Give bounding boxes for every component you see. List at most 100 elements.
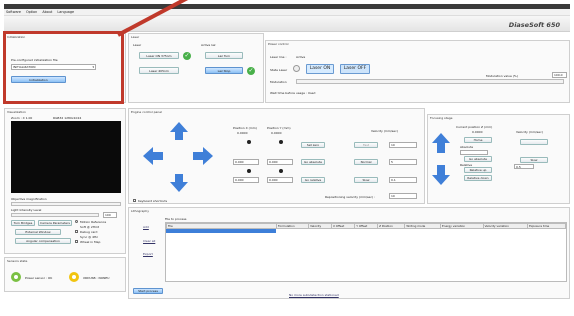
power-control-title: Power control <box>268 42 289 46</box>
arrow-left-stem <box>153 152 163 160</box>
laz-stop-button[interactable]: Laz Stop <box>205 67 243 74</box>
zoom-label: Zoom : X 1.00 <box>11 116 33 120</box>
keyboard-shortcuts-checkbox[interactable] <box>133 199 136 202</box>
external-window-button[interactable]: External Window <box>15 229 61 235</box>
dot-icon <box>247 169 251 173</box>
export-link[interactable]: Export <box>143 252 153 256</box>
normal-velocity-input[interactable]: 5 <box>389 159 417 165</box>
modulation-value-label: Modulation value (%) <box>486 74 518 78</box>
focus-up-icon[interactable] <box>432 133 450 143</box>
table-row-selected[interactable] <box>166 229 276 233</box>
focus-go-absolute-button[interactable]: Go absolute <box>464 156 492 162</box>
laser-off-button[interactable]: Laser OFF <box>340 64 370 74</box>
add-link[interactable]: Add <box>143 225 149 229</box>
arrow-down-icon[interactable] <box>170 182 188 192</box>
keyboard-shortcuts-label: Keyboard shortcuts <box>138 199 168 203</box>
focusing-stage-title: Focusing stage <box>430 116 453 120</box>
debug-card-checkbox[interactable] <box>75 230 78 233</box>
col-x-offset[interactable]: X Offset <box>330 223 356 229</box>
angular-compensation-button[interactable]: Angular compensation <box>15 238 71 244</box>
light-intensity-label: Light Intensity Level <box>11 208 42 212</box>
col-exposure-time[interactable]: Exposure time <box>527 223 566 229</box>
camera-parameters-button[interactable]: Camera Parameters <box>38 220 72 226</box>
focus-slow-button[interactable]: Slow <box>520 157 548 163</box>
laser-on-button[interactable]: Laser ON <box>306 64 334 74</box>
x-step-input[interactable]: 0.000 <box>233 177 259 183</box>
light-intensity-input[interactable]: 100 <box>103 212 117 218</box>
lithography-title: Lithography <box>131 209 149 213</box>
col-velocity[interactable]: Velocity <box>308 223 332 229</box>
relative-up-button[interactable]: Relative up <box>464 167 492 173</box>
repositioning-velocity-label: Repositioning velocity (mm/sec) : <box>325 195 376 199</box>
engine-control-title: Engine control panel <box>131 110 162 114</box>
focus-slow-input[interactable]: 0.5 <box>514 164 534 169</box>
fast-button[interactable]: Fast <box>354 142 378 148</box>
set-zero-button[interactable]: Set zero <box>301 142 325 148</box>
fast-velocity-input[interactable]: 10 <box>389 142 417 148</box>
repositioning-velocity-input[interactable]: 10 <box>389 193 417 199</box>
menu-about[interactable]: About <box>42 10 52 14</box>
xrdusb-sensor-icon <box>69 272 79 282</box>
laser-405-button[interactable]: Laser 405nm <box>139 67 179 74</box>
absolute-input[interactable] <box>460 150 488 155</box>
laser-line-value: Active <box>296 55 306 59</box>
soft-2hmt-label: Soft @ 2Hmt <box>80 225 100 229</box>
go-relative-button[interactable]: Go relative <box>301 177 325 183</box>
col-z-position[interactable]: Z Position <box>377 223 406 229</box>
app-logo: DiaseSoft 650 <box>508 21 560 29</box>
menu-software[interactable]: Software <box>6 10 21 14</box>
laser-panel: Laser Laser Laser ON 375nm ✓ Laser 405nm… <box>128 33 264 103</box>
xrdusb-sensor-label: XRDUSB : NONEU <box>83 276 110 280</box>
focus-fast-button[interactable] <box>520 139 548 145</box>
footer-link[interactable]: No more autodetection stationed <box>289 293 339 297</box>
position-y-label: Position Y (mm) <box>267 126 291 130</box>
arrow-up-icon[interactable] <box>170 122 188 132</box>
highlight-box <box>3 31 124 104</box>
sensors-panel: Sensors state Power sensor : OK XRDUSB :… <box>4 257 126 292</box>
camera-view[interactable] <box>11 121 121 193</box>
home-button[interactable]: Home <box>464 137 492 143</box>
y-step-input[interactable]: 0.000 <box>267 177 293 183</box>
laser-title: Laser <box>131 35 140 39</box>
modulation-slider[interactable] <box>296 79 564 84</box>
modulation-value-input[interactable]: 100.0 <box>552 72 567 78</box>
laz-turn-button[interactable]: Laz Turn <box>205 52 243 59</box>
position-y-value: 0.0000 <box>271 131 282 135</box>
arrow-right-stem <box>193 152 203 160</box>
visualization-panel: Visualization Zoom : X 1.00 RGB32 1280x1… <box>4 108 126 254</box>
turn-bridges-button[interactable]: Turn Bridges <box>11 220 35 226</box>
arrow-left-icon[interactable] <box>143 147 153 165</box>
y-set-input[interactable]: 0.000 <box>267 159 293 165</box>
magnification-slider[interactable] <box>11 202 121 206</box>
relative-down-button[interactable]: Relative down <box>464 175 492 181</box>
laser-375-button[interactable]: Laser ON 375nm <box>139 52 179 59</box>
arrow-right-icon[interactable] <box>203 147 213 165</box>
wheel-map-label: Wheel in Map <box>80 240 101 244</box>
motion-reference-radio[interactable] <box>75 220 78 223</box>
x-set-input[interactable]: 0.000 <box>233 159 259 165</box>
power-sensor-icon <box>11 272 21 282</box>
col-y-offset[interactable]: Y Offset <box>354 223 379 229</box>
focus-down-icon[interactable] <box>432 175 450 185</box>
col-energy-variation[interactable]: Energy variation <box>440 223 484 229</box>
menu-language[interactable]: Language <box>57 10 74 14</box>
wheel-map-checkbox[interactable] <box>75 240 78 243</box>
check-icon: ✓ <box>247 67 255 75</box>
slow-button[interactable]: Slow <box>354 177 378 183</box>
clear-all-link[interactable]: Clear all <box>143 239 155 243</box>
debug-card-label: Debug card <box>80 230 98 234</box>
col-file[interactable]: File <box>166 223 277 229</box>
col-velocity-variation[interactable]: Velocity variation <box>482 223 529 229</box>
start-process-button[interactable]: Start process <box>133 288 163 294</box>
light-intensity-slider[interactable] <box>11 213 99 217</box>
dot-icon <box>279 169 283 173</box>
col-formulation[interactable]: Formulation <box>275 223 310 229</box>
velocity-label: Velocity (mm/sec) <box>371 129 398 133</box>
go-absolute-button[interactable]: Go absolute <box>301 159 325 165</box>
normal-button[interactable]: Normal <box>354 159 378 165</box>
menu-option[interactable]: Option <box>26 10 37 14</box>
position-x-value: 0.0000 <box>237 131 248 135</box>
col-writing-mode[interactable]: Writing mode <box>404 223 442 229</box>
slow-velocity-input[interactable]: 0.1 <box>389 177 417 183</box>
file-table[interactable]: File Formulation Velocity X Offset Y Off… <box>165 222 567 282</box>
